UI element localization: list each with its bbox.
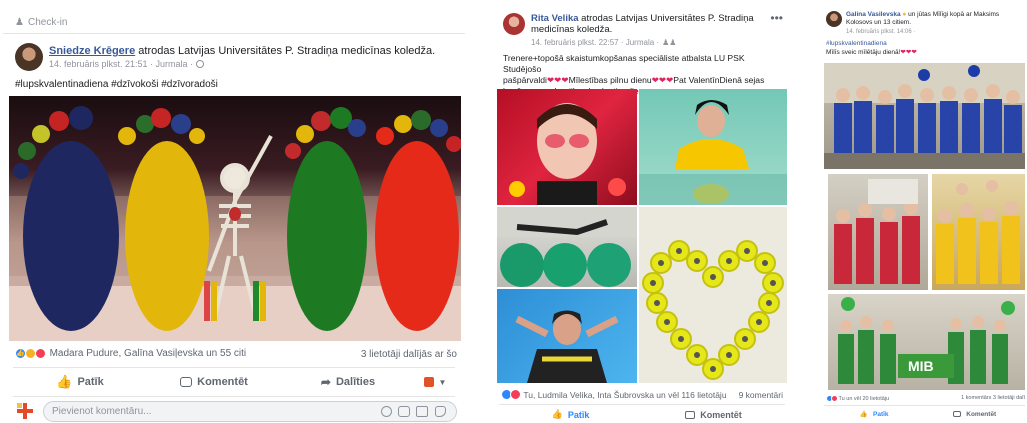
chevron-down-icon: ▼	[438, 377, 447, 387]
post-header-line: Sniedze Krēgere atrodas Latvijas Univers…	[49, 45, 435, 57]
love-reaction-icon	[34, 348, 46, 359]
like-button[interactable]: 👍 Patīk	[499, 406, 642, 423]
commenter-avatar	[15, 402, 35, 420]
emoji-icon[interactable]	[381, 406, 392, 417]
post-header-line: Rita Velika atrodas Latvijas Universitāt…	[531, 13, 761, 35]
post-photo-heart[interactable]	[639, 207, 787, 383]
camera-icon[interactable]	[398, 406, 410, 417]
post-header-line: Galina Vasilevska ● un jūtas Mīlīgi kopā…	[846, 11, 1024, 27]
post-hashtags[interactable]: #lupskvalentinadiena #dzīvokoši #dzīvora…	[15, 79, 218, 90]
thumbs-up-icon: 👍	[859, 411, 869, 418]
mib-banner-text: MIB	[908, 358, 934, 374]
reactions-summary[interactable]: Tu un vēl 20 lietotāju	[826, 395, 889, 402]
post-card-3: Galina Vasilevska ● un jūtas Mīlīgi kopā…	[822, 3, 1027, 423]
post-photo-trainer[interactable]	[639, 89, 787, 205]
author-name[interactable]: Sniedze Krēgere	[49, 45, 135, 57]
post-stats[interactable]: 1 komentārs 3 lietotāji dalī	[961, 395, 1025, 401]
avatar[interactable]	[503, 13, 525, 35]
comment-bubble-icon	[953, 411, 962, 417]
post-card-2: Rita Velika atrodas Latvijas Universitāt…	[493, 3, 791, 423]
like-button[interactable]: 👍 Patīk	[824, 407, 925, 421]
divider	[13, 396, 455, 397]
friends-icon: ♟♟	[662, 38, 677, 47]
post-meta: 14. februāris plkst. 22:57 · Jurmala · ♟…	[531, 38, 677, 47]
globe-icon	[196, 60, 205, 68]
reaction-selector-button[interactable]: ▼	[415, 369, 455, 395]
action-bar: 👍 Patīk Komentēt ➦ Dalīties ▼	[13, 369, 455, 395]
thumbs-up-icon: 👍	[551, 409, 563, 419]
divider	[3, 33, 465, 34]
author-name[interactable]: Galina Vasilevska	[846, 11, 901, 18]
post-meta[interactable]: 14. februāris plkst. 14:06 ·	[846, 29, 915, 35]
divider	[824, 405, 1025, 406]
share-button[interactable]: ➦ Dalīties	[281, 369, 415, 395]
post-photo-fitness[interactable]	[497, 289, 637, 383]
comment-button[interactable]: Komentēt	[925, 407, 1026, 421]
page-avatar-icon	[423, 377, 434, 387]
checkin-header: ♟ Check-in	[15, 17, 68, 28]
post-photo-balls[interactable]	[497, 207, 637, 287]
divider	[13, 367, 455, 368]
shares-count[interactable]: 3 lietotāji dalījās ar šo	[361, 349, 457, 360]
reactions-summary[interactable]: Tu, Ludmila Velika, Inta Šubrovska un vē…	[501, 389, 727, 401]
post-photo-group-green[interactable]: MIB	[828, 294, 1025, 390]
post-photo-group-yellow[interactable]	[932, 174, 1025, 290]
avatar[interactable]	[15, 43, 43, 71]
comment-button[interactable]: Komentēt	[147, 369, 281, 395]
heart-icon: ❤❤❤	[651, 75, 674, 85]
divider	[499, 404, 785, 405]
reactions-summary[interactable]: 👍 Madara Pudure, Galīna Vasiļevska un 55…	[15, 348, 246, 359]
like-button[interactable]: 👍 Patīk	[13, 369, 147, 395]
post-photo-mask[interactable]	[497, 89, 637, 205]
post-photo-group-red[interactable]	[828, 174, 928, 290]
heart-icon: ❤❤❤	[900, 49, 917, 56]
comments-count[interactable]: 9 komentāri	[739, 390, 783, 400]
author-name[interactable]: Rita Velika	[531, 13, 579, 24]
heart-icon: ❤❤❤	[546, 75, 569, 85]
post-action: atrodas Latvijas Universitātes P. Stradi…	[138, 45, 436, 57]
post-card-1: ♟ Check-in Sniedze Krēgere atrodas Latvi…	[3, 3, 465, 423]
love-reaction-icon	[830, 395, 838, 402]
action-bar: 👍 Patīk Komentēt	[824, 407, 1025, 421]
comment-button[interactable]: Komentēt	[642, 406, 785, 423]
more-options-icon[interactable]: •••	[770, 11, 783, 25]
share-arrow-icon: ➦	[320, 375, 331, 389]
post-photo-feet[interactable]	[9, 96, 461, 341]
sticker-icon[interactable]	[435, 406, 446, 417]
post-meta: 14. februāris plkst. 21:51 · Jurmala ·	[49, 59, 205, 69]
post-text: Mīlīs sveic mīlētāju dienā!❤❤❤	[826, 49, 917, 56]
comment-bubble-icon	[685, 410, 696, 419]
gif-icon[interactable]	[416, 406, 428, 417]
avatar[interactable]	[826, 11, 842, 27]
feeling-icon: ●	[902, 11, 907, 18]
love-reaction-icon	[510, 389, 522, 401]
thumbs-up-icon: 👍	[56, 374, 73, 389]
comment-bubble-icon	[180, 377, 193, 387]
comment-input[interactable]: Pievienot komentāru...	[43, 401, 457, 422]
post-hashtag[interactable]: #lupskvalentinadiena	[826, 40, 887, 47]
post-photo-group-blue[interactable]	[824, 63, 1025, 169]
action-bar: 👍 Patīk Komentēt	[499, 406, 785, 423]
person-pin-icon: ♟	[15, 17, 24, 28]
